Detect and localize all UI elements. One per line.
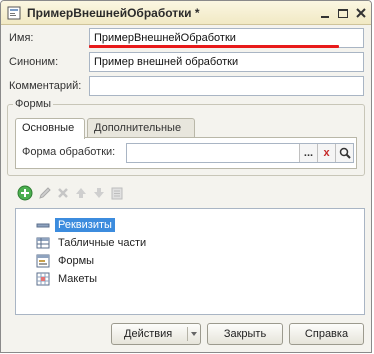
synonym-field[interactable] (89, 52, 364, 72)
form-icon (36, 254, 50, 268)
properties-icon (111, 187, 123, 199)
move-up-icon (76, 188, 86, 198)
forms-group-title: Формы (13, 98, 54, 110)
synonym-label: Синоним: (9, 56, 59, 68)
move-down-icon (94, 188, 104, 198)
ellipsis-icon: ... (303, 147, 314, 159)
processing-form-label: Форма обработки: (22, 146, 116, 158)
edit-button[interactable] (37, 185, 53, 201)
tree-item-tabular-sections[interactable]: Табличные части (36, 235, 149, 251)
add-button[interactable] (17, 185, 33, 201)
move-down-button[interactable] (91, 185, 107, 201)
add-icon (17, 185, 33, 201)
close-button[interactable]: Закрыть (207, 323, 283, 345)
actions-separator (187, 327, 188, 341)
actions-label: Действия (124, 328, 173, 340)
tree-item-templates[interactable]: Макеты (36, 271, 100, 287)
tab-additional[interactable]: Дополнительные (87, 118, 195, 138)
close-icon (356, 8, 366, 18)
processing-form-selector: ... x (126, 143, 354, 163)
metadata-tree[interactable]: Реквизиты Табличные части Формы Макеты (15, 208, 365, 315)
comment-field[interactable] (89, 76, 364, 96)
actions-button[interactable]: Действия (111, 323, 201, 345)
processing-object-icon (7, 6, 21, 20)
name-label: Имя: (9, 32, 34, 44)
delete-icon (58, 188, 68, 198)
edit-icon (39, 187, 51, 199)
table-icon (36, 236, 50, 250)
select-form-button[interactable]: ... (299, 144, 317, 162)
processing-form-field[interactable] (127, 144, 307, 162)
tab-main-panel: Форма обработки: ... x (15, 137, 357, 169)
tree-item-label: Формы (58, 255, 95, 267)
template-icon (36, 272, 50, 286)
tab-main[interactable]: Основные (15, 118, 85, 139)
title-bar[interactable]: ПримерВнешнейОбработки * (1, 1, 371, 25)
magnifier-icon (339, 147, 351, 159)
properties-button[interactable] (109, 185, 125, 201)
window-title: ПримерВнешнейОбработки * (27, 6, 200, 20)
chevron-down-icon (191, 332, 197, 336)
minimize-icon (321, 16, 329, 18)
clear-icon: x (323, 147, 330, 159)
maximize-icon (338, 8, 348, 18)
processing-window: ПримерВнешнейОбработки * Имя: Синоним: К… (0, 0, 372, 353)
open-form-button[interactable] (335, 144, 353, 162)
minimize-button[interactable] (317, 5, 333, 21)
help-button[interactable]: Справка (289, 323, 364, 345)
tree-item-label: Макеты (58, 273, 98, 285)
tree-item-label: Реквизиты (55, 218, 115, 232)
close-window-button[interactable] (353, 5, 369, 21)
comment-label: Комментарий: (9, 80, 82, 92)
clear-form-button[interactable]: x (317, 144, 335, 162)
maximize-button[interactable] (335, 5, 351, 21)
attributes-icon (36, 218, 50, 232)
tree-item-attributes[interactable]: Реквизиты (36, 217, 115, 233)
red-underline-annotation (89, 45, 339, 48)
move-up-button[interactable] (73, 185, 89, 201)
delete-button[interactable] (55, 185, 71, 201)
tree-item-forms[interactable]: Формы (36, 253, 97, 269)
tree-item-label: Табличные части (58, 237, 147, 249)
